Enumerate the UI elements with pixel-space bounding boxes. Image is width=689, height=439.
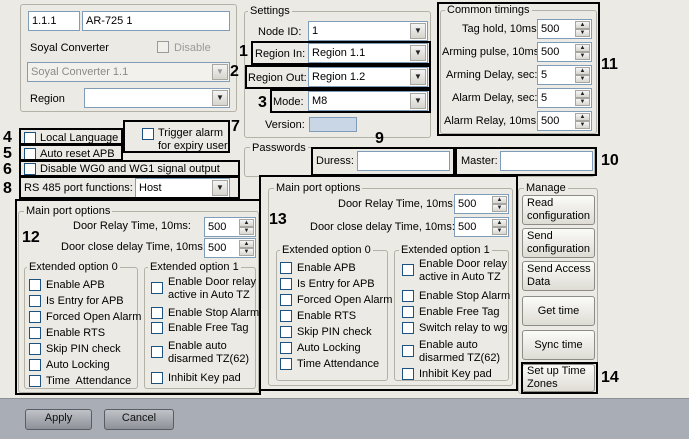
get-time-button[interactable]: Get time [522, 296, 595, 326]
callout-box-5 [19, 144, 123, 161]
region-label: Region [30, 93, 65, 105]
settings-title: Settings [248, 5, 292, 17]
callout-box-8 [19, 176, 240, 199]
converter-select-value: Soyal Converter 1.1 [31, 66, 129, 78]
version-field [309, 117, 357, 132]
callout-9: 9 [375, 130, 384, 147]
callout-box-4 [19, 128, 123, 145]
cancel-button[interactable]: Cancel [104, 409, 174, 430]
passwords-title: Passwords [250, 142, 308, 154]
callout-6: 6 [3, 161, 12, 178]
callout-box-1 [251, 41, 431, 65]
send-access-data-button[interactable]: Send Access Data [522, 261, 595, 291]
chevron-down-icon: ▼ [212, 90, 228, 106]
chevron-down-icon: ▼ [410, 23, 426, 39]
callout-11: 11 [601, 56, 618, 73]
region-select[interactable]: ▼ [84, 88, 230, 108]
controller-name-field[interactable]: AR-725 1 [82, 11, 230, 31]
callout-2: 2 [230, 63, 239, 80]
callout-box-2 [245, 65, 431, 89]
manage-title: Manage [524, 182, 568, 194]
chevron-down-icon: ▼ [212, 64, 228, 80]
disable-label: Disable [174, 42, 211, 54]
node-id-value: 1 [312, 25, 319, 37]
callout-box-11 [437, 2, 600, 136]
callout-box-7 [123, 120, 230, 153]
callout-8: 8 [3, 180, 12, 197]
callout-box-12 [15, 199, 261, 395]
callout-box-9 [311, 147, 455, 176]
callout-1: 1 [239, 43, 248, 60]
converter-select[interactable]: Soyal Converter 1.1 ▼ [27, 62, 230, 82]
node-id-select[interactable]: 1 ▼ [308, 21, 428, 41]
callout-box-6 [19, 160, 240, 177]
callout-3: 3 [258, 94, 267, 111]
apply-button[interactable]: Apply [25, 409, 92, 430]
callout-14: 14 [601, 369, 619, 386]
disable-checkbox[interactable] [157, 41, 169, 53]
callout-box-14 [521, 362, 598, 394]
node-id-label: Node ID: [258, 26, 302, 38]
version-label: Version: [265, 119, 305, 131]
callout-12: 12 [22, 229, 40, 246]
callout-box-10 [455, 147, 597, 176]
callout-box-13 [259, 175, 518, 391]
send-configuration-button[interactable]: Send configuration [522, 228, 595, 258]
callout-13: 13 [269, 211, 287, 228]
read-configuration-button[interactable]: Read configuration [522, 195, 595, 225]
callout-7: 7 [231, 118, 240, 135]
controller-id-field[interactable]: 1.1.1 [28, 11, 80, 31]
callout-10: 10 [601, 152, 619, 169]
callout-box-3 [270, 89, 431, 113]
sync-time-button[interactable]: Sync time [522, 330, 595, 360]
converter-label: Soyal Converter [30, 42, 109, 54]
